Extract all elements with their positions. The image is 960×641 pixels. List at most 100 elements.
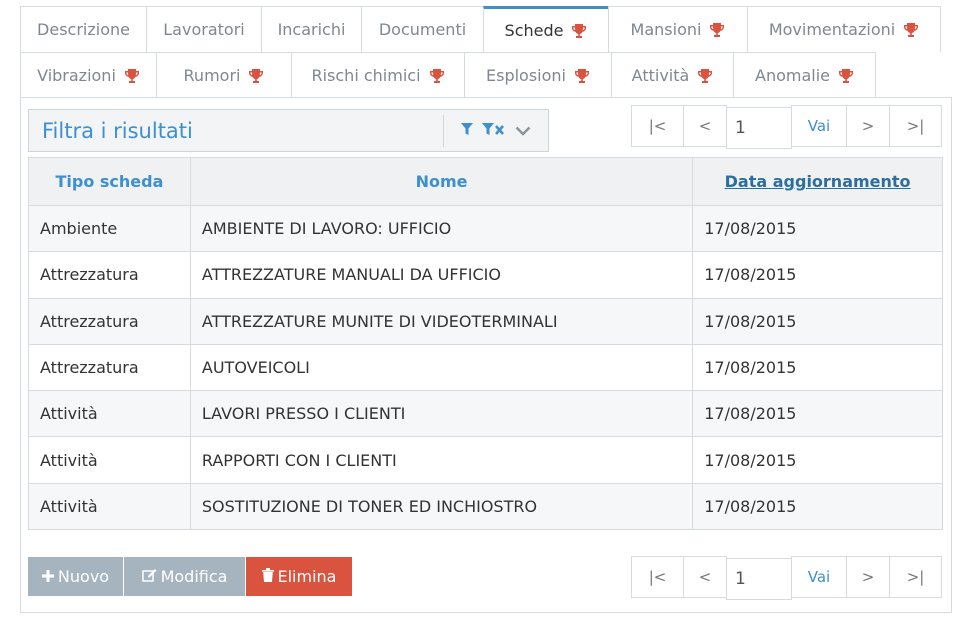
cell-data: 17/08/2015 bbox=[692, 390, 943, 438]
schede-table: Tipo scheda Nome Data aggiornamento Ambi… bbox=[28, 157, 943, 531]
tab-label: Mansioni bbox=[630, 20, 702, 39]
tab-anomalie[interactable]: Anomalie bbox=[733, 52, 876, 98]
table-row[interactable]: Attività LAVORI PRESSO I CLIENTI 17/08/2… bbox=[28, 390, 943, 438]
cell-tipo: Attrezzatura bbox=[28, 343, 191, 392]
column-header-data-aggiornamento[interactable]: Data aggiornamento bbox=[692, 157, 943, 206]
filter-icon[interactable] bbox=[461, 121, 473, 140]
trophy-icon bbox=[124, 68, 140, 84]
cell-tipo: Attrezzatura bbox=[28, 251, 191, 299]
pager-top: |< < Vai > >| bbox=[631, 105, 942, 149]
tab-label: Vibrazioni bbox=[37, 66, 116, 85]
table-row[interactable]: Ambiente AMBIENTE DI LAVORO: UFFICIO 17/… bbox=[28, 204, 943, 253]
cell-nome: AUTOVEICOLI bbox=[189, 343, 694, 392]
table-row[interactable]: Attività RAPPORTI CON I CLIENTI 17/08/20… bbox=[28, 436, 943, 484]
tab-label: Schede bbox=[504, 21, 564, 40]
tab-label: Descrizione bbox=[37, 20, 130, 39]
tab-incarichi[interactable]: Incarichi bbox=[261, 6, 362, 52]
filter-actions bbox=[444, 121, 548, 140]
cell-tipo: Attività bbox=[28, 482, 191, 531]
tab-mansioni[interactable]: Mansioni bbox=[608, 6, 748, 52]
cell-data: 17/08/2015 bbox=[692, 482, 943, 531]
trophy-icon bbox=[838, 68, 854, 84]
next-page-button[interactable]: > bbox=[846, 556, 890, 598]
column-header-tipo-scheda[interactable]: Tipo scheda bbox=[28, 157, 191, 206]
plus-icon bbox=[41, 567, 54, 586]
trash-icon bbox=[261, 567, 274, 586]
go-button[interactable]: Vai bbox=[791, 105, 847, 147]
cell-data: 17/08/2015 bbox=[692, 204, 943, 253]
page-input[interactable] bbox=[726, 558, 792, 600]
cell-tipo: Attività bbox=[28, 436, 191, 484]
tab-label: Incarichi bbox=[277, 20, 346, 39]
tab-vibrazioni[interactable]: Vibrazioni bbox=[20, 52, 157, 98]
last-page-button[interactable]: >| bbox=[889, 105, 942, 147]
tabs-row-2: Vibrazioni Rumori Rischi chimici Esplosi… bbox=[20, 52, 876, 98]
tab-label: Lavoratori bbox=[163, 20, 245, 39]
tab-lavoratori[interactable]: Lavoratori bbox=[146, 6, 262, 52]
tab-schede[interactable]: Schede bbox=[483, 6, 609, 52]
cell-tipo: Ambiente bbox=[28, 204, 191, 253]
tab-attivita[interactable]: Attività bbox=[611, 52, 734, 98]
cell-nome: RAPPORTI CON I CLIENTI bbox=[189, 436, 694, 484]
tab-label: Anomalie bbox=[755, 66, 830, 85]
cell-tipo: Attività bbox=[28, 390, 191, 438]
page-input[interactable] bbox=[726, 107, 792, 149]
tab-movimentazioni[interactable]: Movimentazioni bbox=[747, 6, 941, 52]
cell-nome: LAVORI PRESSO I CLIENTI bbox=[189, 390, 694, 438]
cell-data: 17/08/2015 bbox=[692, 436, 943, 484]
tab-descrizione[interactable]: Descrizione bbox=[20, 6, 147, 52]
new-button-label: Nuovo bbox=[57, 567, 110, 586]
filter-input[interactable]: Filtra i risultati bbox=[29, 119, 443, 143]
tab-rumori[interactable]: Rumori bbox=[156, 52, 292, 98]
delete-button-label: Elimina bbox=[277, 567, 337, 586]
trophy-icon bbox=[903, 22, 919, 38]
cell-nome: ATTREZZATURE MANUALI DA UFFICIO bbox=[189, 251, 694, 299]
cell-data: 17/08/2015 bbox=[692, 297, 943, 345]
filter-bar[interactable]: Filtra i risultati bbox=[28, 109, 549, 152]
tab-label: Rischi chimici bbox=[311, 66, 421, 85]
tab-label: Esplosioni bbox=[486, 66, 566, 85]
pager-bottom: |< < Vai > >| bbox=[631, 556, 942, 600]
next-page-button[interactable]: > bbox=[846, 105, 890, 147]
delete-button[interactable]: Elimina bbox=[246, 557, 352, 596]
column-header-nome[interactable]: Nome bbox=[189, 157, 694, 206]
table-row[interactable]: Attrezzatura ATTREZZATURE MANUALI DA UFF… bbox=[28, 251, 943, 299]
tab-rischi-chimici[interactable]: Rischi chimici bbox=[291, 52, 465, 98]
tab-label: Attività bbox=[631, 66, 690, 85]
first-page-button[interactable]: |< bbox=[631, 556, 684, 598]
trophy-icon bbox=[709, 22, 725, 38]
table-row[interactable]: Attrezzatura AUTOVEICOLI 17/08/2015 bbox=[28, 343, 943, 392]
cell-nome: ATTREZZATURE MUNITE DI VIDEOTERMINALI bbox=[189, 297, 694, 345]
cell-data: 17/08/2015 bbox=[692, 251, 943, 299]
tabs-row-1: Descrizione Lavoratori Incarichi Documen… bbox=[20, 6, 941, 52]
last-page-button[interactable]: >| bbox=[889, 556, 942, 598]
prev-page-button[interactable]: < bbox=[683, 105, 727, 147]
trophy-icon bbox=[429, 68, 445, 84]
action-buttons: Nuovo Modifica Elimina bbox=[28, 557, 352, 596]
first-page-button[interactable]: |< bbox=[631, 105, 684, 147]
trophy-icon bbox=[571, 23, 587, 39]
table-row[interactable]: Attrezzatura ATTREZZATURE MUNITE DI VIDE… bbox=[28, 297, 943, 345]
trophy-icon bbox=[697, 68, 713, 84]
tab-esplosioni[interactable]: Esplosioni bbox=[464, 52, 612, 98]
cell-data: 17/08/2015 bbox=[692, 343, 943, 392]
trophy-icon bbox=[574, 68, 590, 84]
table-header-row: Tipo scheda Nome Data aggiornamento bbox=[28, 157, 943, 206]
tab-documenti[interactable]: Documenti bbox=[361, 6, 484, 52]
clear-filter-icon[interactable] bbox=[482, 121, 506, 140]
edit-button-label: Modifica bbox=[160, 567, 228, 586]
tab-label: Rumori bbox=[183, 66, 241, 85]
prev-page-button[interactable]: < bbox=[683, 556, 727, 598]
chevron-down-icon[interactable] bbox=[515, 121, 531, 140]
cell-nome: AMBIENTE DI LAVORO: UFFICIO bbox=[189, 204, 694, 253]
trophy-icon bbox=[248, 68, 264, 84]
table-row[interactable]: Attività SOSTITUZIONE DI TONER ED INCHIO… bbox=[28, 482, 943, 531]
go-button[interactable]: Vai bbox=[791, 556, 847, 598]
edit-button[interactable]: Modifica bbox=[124, 557, 245, 596]
cell-tipo: Attrezzatura bbox=[28, 297, 191, 345]
tab-label: Movimentazioni bbox=[768, 20, 896, 39]
edit-icon bbox=[141, 567, 157, 586]
tab-label: Documenti bbox=[378, 20, 467, 39]
cell-nome: SOSTITUZIONE DI TONER ED INCHIOSTRO bbox=[189, 482, 694, 531]
new-button[interactable]: Nuovo bbox=[28, 557, 123, 596]
